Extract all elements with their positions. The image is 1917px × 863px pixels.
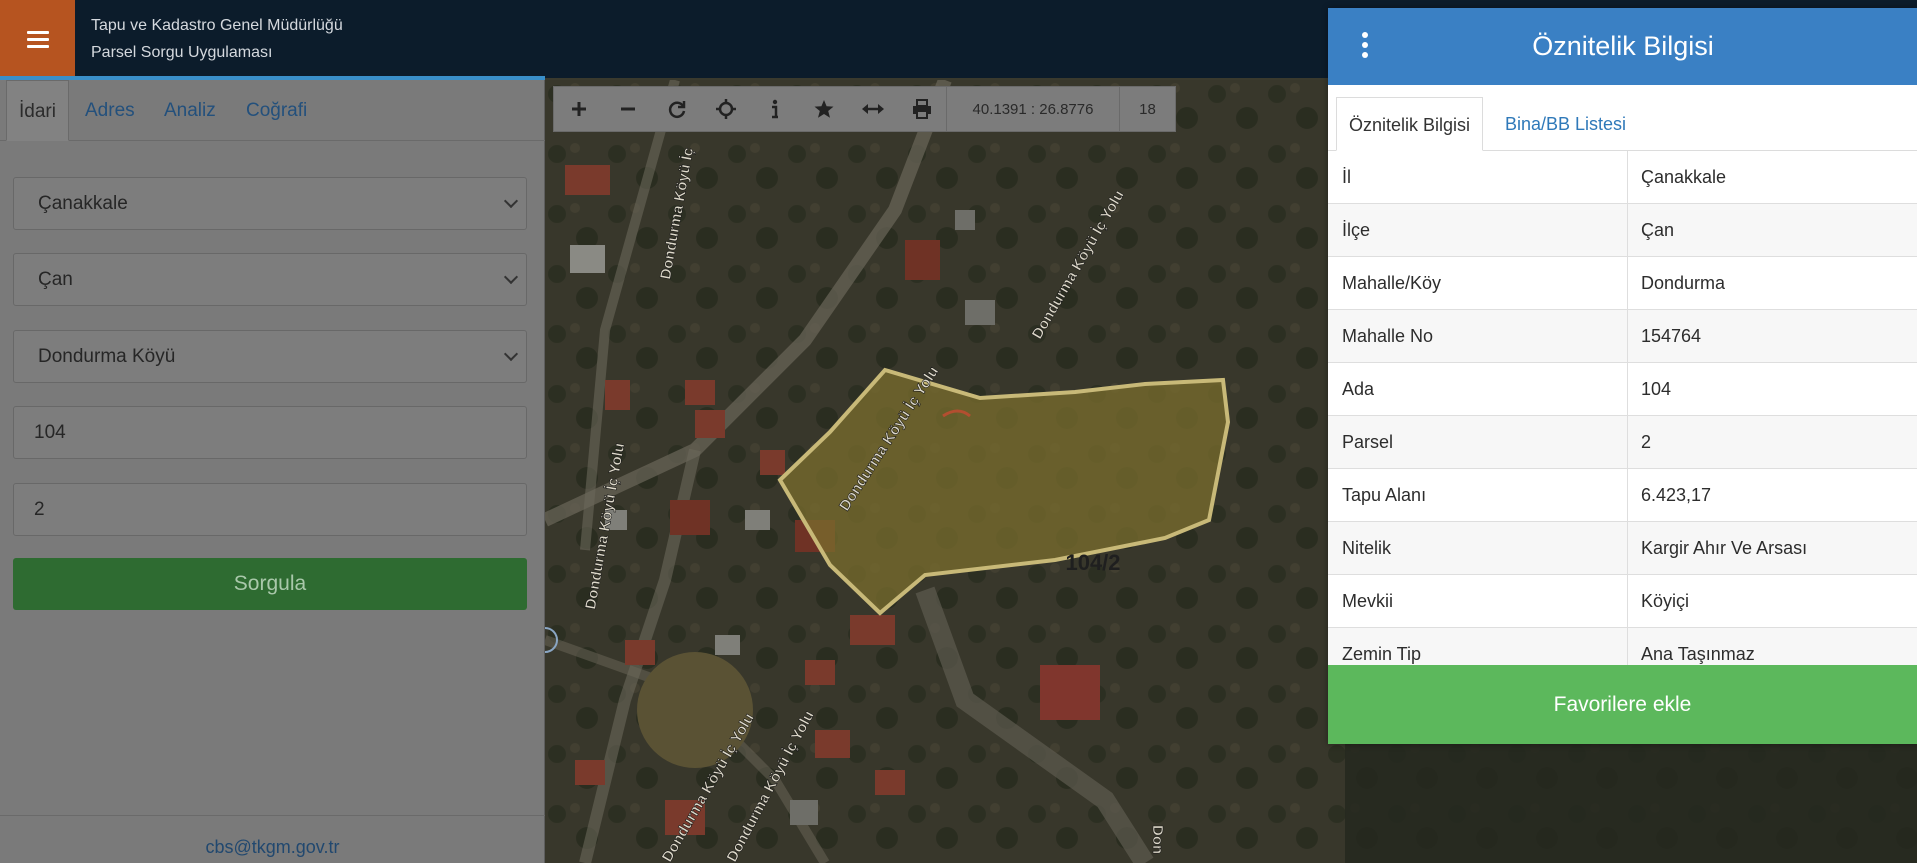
building: [625, 640, 655, 665]
table-row: Tapu Alanı 6.423,17: [1328, 469, 1917, 522]
attr-key: İlçe: [1328, 204, 1628, 256]
parcel-input-value: 2: [34, 498, 45, 520]
attr-key: İl: [1328, 151, 1628, 203]
neighborhood-select-value: Dondurma Köyü: [38, 345, 176, 367]
table-row: Mevkii Köyiçi: [1328, 575, 1917, 628]
parcel-input[interactable]: 2: [13, 483, 527, 536]
building: [790, 800, 818, 825]
attr-value: Çan: [1641, 220, 1675, 240]
table-row: Mahalle No 154764: [1328, 310, 1917, 363]
add-to-favorites-button[interactable]: Favorilere ekle: [1328, 665, 1917, 744]
attr-key: Tapu Alanı: [1328, 469, 1628, 521]
star-icon[interactable]: [799, 87, 848, 131]
query-panel: İdari Adres Analiz Coğrafi Çanakkale Çan…: [0, 80, 545, 863]
province-select[interactable]: Çanakkale: [13, 177, 527, 230]
building: [875, 770, 905, 795]
coordinate-readout: 40.1391 : 26.8776: [946, 87, 1119, 131]
app-name: Parsel Sorgu Uygulaması: [91, 44, 273, 61]
tab-analiz[interactable]: Analiz: [164, 80, 216, 141]
neighborhood-select[interactable]: Dondurma Köyü: [13, 330, 527, 383]
building: [815, 730, 850, 758]
attribute-panel-tabs: Öznitelik Bilgisi Bina/BB Listesi: [1328, 85, 1917, 151]
kebab-menu-icon[interactable]: [1362, 32, 1368, 62]
building: [745, 510, 770, 530]
attribute-panel-title: Öznitelik Bilgisi: [1532, 31, 1714, 61]
locate-icon[interactable]: [701, 87, 750, 131]
building: [695, 410, 725, 438]
map-toolbar: 40.1391 : 26.8776 18: [553, 86, 1176, 132]
attr-key: Zemin Tip: [1328, 628, 1628, 665]
table-row: Parsel 2: [1328, 416, 1917, 469]
attr-key: Parsel: [1328, 416, 1628, 468]
info-icon[interactable]: [750, 87, 799, 131]
chevron-down-icon: [503, 193, 519, 209]
building: [805, 660, 835, 685]
tab-idari[interactable]: İdari: [6, 80, 69, 141]
attr-key: Mahalle/Köy: [1328, 257, 1628, 309]
chevron-down-icon: [503, 346, 519, 362]
query-button[interactable]: Sorgula: [13, 558, 527, 610]
attribute-panel: Öznitelik Bilgisi Öznitelik Bilgisi Bina…: [1328, 8, 1917, 744]
tab-attribute-info[interactable]: Öznitelik Bilgisi: [1336, 97, 1484, 151]
tab-cografi[interactable]: Coğrafi: [246, 80, 307, 141]
attr-key: Mahalle No: [1328, 310, 1628, 362]
footer-divider: [0, 815, 545, 816]
table-row: Ada 104: [1328, 363, 1917, 416]
attr-value: Kargir Ahır Ve Arsası: [1641, 538, 1808, 558]
tab-adres[interactable]: Adres: [85, 80, 135, 141]
building: [565, 165, 610, 195]
query-tabs: İdari Adres Analiz Coğrafi: [0, 80, 545, 141]
attr-value: Köyiçi: [1641, 591, 1690, 611]
building: [605, 380, 630, 410]
hamburger-icon[interactable]: [0, 0, 75, 78]
province-select-value: Çanakkale: [38, 192, 128, 214]
measure-icon[interactable]: [848, 87, 897, 131]
building: [965, 300, 995, 325]
attr-value: Ana Taşınmaz: [1641, 644, 1755, 664]
attr-value: 154764: [1641, 326, 1702, 346]
zoom-out-icon[interactable]: [603, 87, 652, 131]
attr-key: Nitelik: [1328, 522, 1628, 574]
print-icon[interactable]: [897, 87, 946, 131]
attribute-table: İl Çanakkale İlçe Çan Mahalle/Köy Dondurma …: [1328, 151, 1917, 665]
zoom-level-readout: 18: [1119, 87, 1175, 131]
attr-key: Ada: [1328, 363, 1628, 415]
app-titles: Tapu ve Kadastro Genel Müdürlüğü Parsel …: [91, 12, 343, 66]
attr-value: 6.423,17: [1641, 485, 1712, 505]
org-name: Tapu ve Kadastro Genel Müdürlüğü: [91, 17, 343, 34]
tab-building-list[interactable]: Bina/BB Listesi: [1505, 97, 1626, 151]
building: [955, 210, 975, 230]
attr-value: 2: [1641, 432, 1652, 452]
footer-email-link[interactable]: cbs@tkgm.gov.tr: [0, 837, 545, 858]
building: [850, 615, 895, 645]
attr-key: Mevkii: [1328, 575, 1628, 627]
block-input[interactable]: 104: [13, 406, 527, 459]
refresh-icon[interactable]: [652, 87, 701, 131]
table-row: İlçe Çan: [1328, 204, 1917, 257]
table-row: Zemin Tip Ana Taşınmaz: [1328, 628, 1917, 665]
building: [1040, 665, 1100, 720]
zoom-in-icon[interactable]: [554, 87, 603, 131]
building: [760, 450, 785, 475]
table-row: Nitelik Kargir Ahır Ve Arsası: [1328, 522, 1917, 575]
attr-value: Çanakkale: [1641, 167, 1727, 187]
road-label: Don: [1149, 825, 1166, 854]
attribute-panel-header: Öznitelik Bilgisi: [1328, 8, 1917, 85]
building: [685, 380, 715, 405]
table-row: İl Çanakkale: [1328, 151, 1917, 204]
table-row: Mahalle/Köy Dondurma: [1328, 257, 1917, 310]
district-select[interactable]: Çan: [13, 253, 527, 306]
attr-value: Dondurma: [1641, 273, 1726, 293]
parcel-label: 104/2: [1065, 550, 1120, 575]
district-select-value: Çan: [38, 268, 73, 290]
building: [570, 245, 605, 273]
building: [715, 635, 740, 655]
chevron-down-icon: [503, 269, 519, 285]
building: [670, 500, 710, 535]
block-input-value: 104: [34, 421, 66, 443]
building: [905, 240, 940, 280]
attr-value: 104: [1641, 379, 1672, 399]
building: [575, 760, 605, 785]
